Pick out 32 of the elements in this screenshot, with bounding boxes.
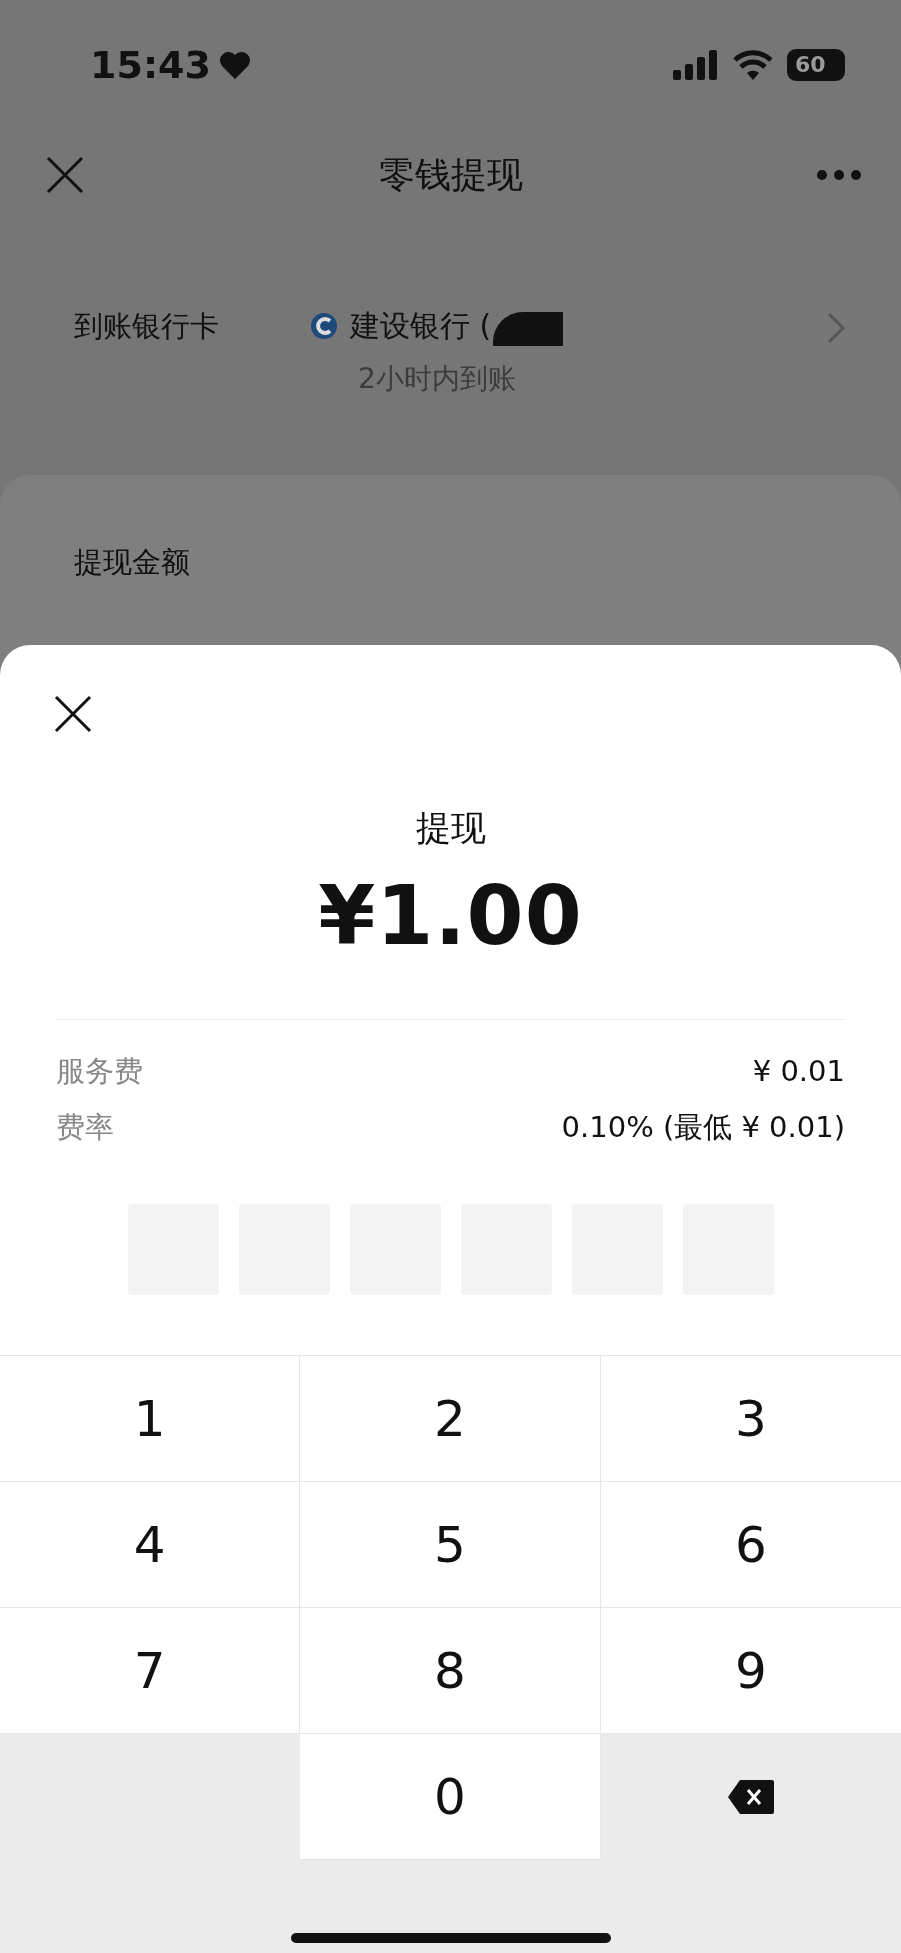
fee-label: 服务费 — [56, 1053, 143, 1090]
digit-key[interactable]: 6 — [600, 1482, 901, 1608]
signal-icon — [673, 50, 719, 80]
wifi-icon — [733, 50, 773, 80]
digit-key[interactable]: 0 — [300, 1734, 601, 1860]
fee-value: 0.10% (最低 ¥ 0.01) — [561, 1109, 845, 1146]
bank-name: 建设银行 ( — [350, 307, 492, 345]
digit-key[interactable]: 7 — [0, 1608, 301, 1734]
digit-key[interactable]: 9 — [600, 1608, 901, 1734]
heart-icon — [218, 51, 251, 79]
page-title: 零钱提现 — [378, 152, 523, 197]
withdraw-amount: ¥1.00 — [317, 868, 584, 963]
sheet-title: 提现 — [414, 807, 487, 850]
digit-key[interactable]: 1 — [0, 1356, 301, 1482]
more-icon[interactable] — [817, 170, 861, 180]
battery-level: 60 — [787, 49, 845, 81]
fee-value: ¥ 0.01 — [752, 1053, 845, 1090]
status-time: 15:43 — [90, 43, 211, 87]
digit-key[interactable]: 3 — [600, 1356, 901, 1482]
digit-key[interactable]: 5 — [300, 1482, 601, 1608]
redaction-mark — [493, 312, 564, 346]
bank-card-label: 到账银行卡 — [74, 308, 220, 345]
bank-logo-icon — [310, 312, 338, 340]
backspace-icon — [727, 1780, 774, 1814]
digit-key[interactable]: 4 — [0, 1482, 301, 1608]
amount-label: 提现金额 — [74, 545, 190, 579]
close-icon[interactable] — [54, 695, 92, 733]
digit-key[interactable]: 8 — [300, 1608, 601, 1734]
arrival-time: 2小时内到账 — [358, 361, 517, 397]
fee-label: 费率 — [56, 1109, 114, 1146]
chevron-right-icon[interactable] — [827, 312, 845, 344]
digit-key[interactable]: 2 — [300, 1356, 601, 1482]
